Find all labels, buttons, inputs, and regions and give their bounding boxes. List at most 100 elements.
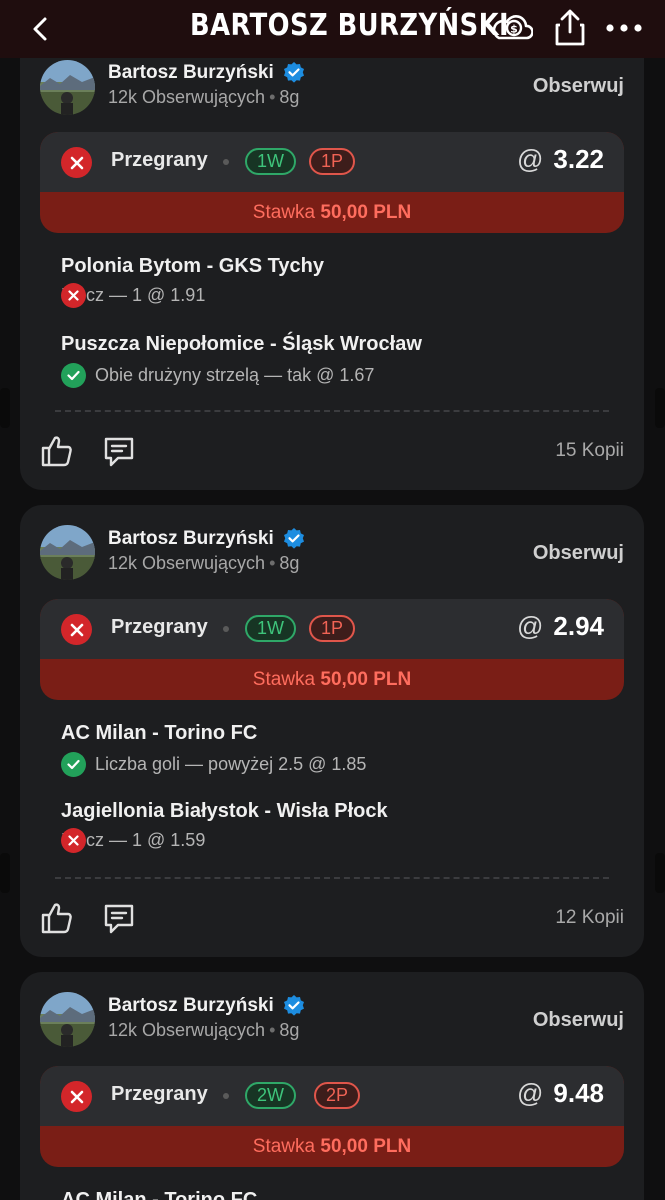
separator-dot: • — [269, 1020, 276, 1040]
separator-dot: • — [269, 87, 276, 107]
bet-summary[interactable]: Przegrany 1W 1P @3.22 Stawka 50,00 PLN — [40, 132, 624, 233]
separator-dot — [223, 159, 229, 165]
lost-status-icon — [61, 614, 92, 645]
scroll-notch-left — [0, 853, 10, 893]
stake-value: 50,00 PLN — [320, 202, 412, 223]
back-button[interactable] — [24, 12, 58, 46]
money-cloud-icon: $ — [493, 15, 533, 40]
bet-post-card[interactable]: Bartosz Burzyński 12k Obserwujących • 8g O… — [20, 972, 644, 1200]
bet-summary-header: Przegrany 1W 1P @3.22 — [40, 132, 624, 192]
divider — [55, 410, 609, 412]
stake-value: 50,00 PLN — [320, 1136, 412, 1157]
selection-pick-text: Obie drużyny strzelą — tak @ 1.67 — [95, 365, 375, 385]
bet-summary[interactable]: Przegrany 2W 2P @9.48 Stawka 50,00 PLN — [40, 1066, 624, 1167]
more-horizontal-icon — [606, 24, 642, 32]
followers-count: 12k Obserwujących — [108, 1020, 266, 1040]
scroll-notch-right — [655, 388, 665, 428]
verified-badge-icon — [283, 995, 304, 1016]
odds-value: 3.22 — [553, 144, 604, 174]
selection-pick: Mecz — 1 @ 1.59 — [61, 828, 205, 853]
verified-badge-icon — [283, 528, 304, 549]
share-button[interactable] — [550, 8, 590, 48]
selection-match[interactable]: AC Milan - Torino FC — [61, 722, 257, 745]
bet-status: Przegrany — [111, 1083, 208, 1105]
followers-count: 12k Obserwujących — [108, 87, 266, 107]
bet-status: Przegrany — [111, 149, 208, 171]
author-name[interactable]: Bartosz Burzyński — [108, 994, 306, 1018]
odds-value: 9.48 — [553, 1078, 604, 1108]
follow-button[interactable]: Obserwuj — [533, 1009, 624, 1032]
top-bar: BARTOSZ BURZYŃSKI $ — [0, 0, 665, 58]
scroll-notch-right — [655, 853, 665, 893]
total-odds: @3.22 — [517, 144, 604, 175]
author-name[interactable]: Bartosz Burzyński — [108, 61, 306, 85]
followers-count: 12k Obserwujących — [108, 553, 266, 573]
author-meta: 12k Obserwujących • 8g — [108, 553, 299, 574]
author-name-text: Bartosz Burzyński — [108, 62, 274, 83]
selection-pick: Obie drużyny strzelą — tak @ 1.67 — [61, 363, 374, 388]
avatar[interactable] — [40, 60, 95, 115]
won-pick-icon — [61, 363, 86, 388]
copies-count[interactable]: 15 Kopii — [555, 440, 624, 462]
selection-pick: Liczba goli — powyżej 2.5 @ 1.85 — [61, 752, 366, 777]
losses-badge: 1P — [309, 148, 356, 175]
odds-value: 2.94 — [553, 611, 604, 641]
divider — [55, 877, 609, 879]
avatar[interactable] — [40, 525, 95, 580]
total-odds: @9.48 — [517, 1078, 604, 1109]
bet-status: Przegrany — [111, 616, 208, 638]
post-time: 8g — [279, 87, 300, 107]
bet-summary-header: Przegrany 1W 1P @2.94 — [40, 599, 624, 659]
selection-match[interactable]: Jagiellonia Białystok - Wisła Płock — [61, 800, 388, 823]
follow-button[interactable]: Obserwuj — [533, 75, 624, 98]
author-meta: 12k Obserwujących • 8g — [108, 1020, 299, 1041]
chevron-left-icon — [33, 17, 47, 41]
stake-label: Stawka — [252, 202, 316, 223]
wins-badge: 1W — [245, 615, 296, 642]
thumbs-up-icon[interactable] — [40, 901, 74, 935]
losses-badge: 2P — [314, 1082, 361, 1109]
author-name[interactable]: Bartosz Burzyński — [108, 527, 306, 551]
bet-post-card[interactable]: Bartosz Burzyński 12k Obserwujących • 8g O… — [20, 505, 644, 957]
wins-badge: 1W — [245, 148, 296, 175]
odds-symbol: @ — [516, 611, 544, 641]
stake-bar: Stawka 50,00 PLN — [40, 659, 624, 700]
stake-value: 50,00 PLN — [320, 669, 412, 690]
thumbs-up-icon[interactable] — [40, 434, 74, 468]
stake-label: Stawka — [252, 669, 316, 690]
separator-dot: • — [269, 553, 276, 573]
bet-summary-header: Przegrany 2W 2P @9.48 — [40, 1066, 624, 1126]
separator-dot — [223, 626, 229, 632]
post-time: 8g — [279, 1020, 300, 1040]
lost-status-icon — [61, 1081, 92, 1112]
wins-badge: 2W — [245, 1082, 296, 1109]
selection-match[interactable]: Polonia Bytom - GKS Tychy — [61, 255, 324, 278]
bet-post-card[interactable]: Bartosz Burzyński 12k Obserwujących • 8g O… — [20, 58, 644, 490]
selection-match[interactable]: Puszcza Niepołomice - Śląsk Wrocław — [61, 333, 422, 356]
share-icon — [555, 9, 585, 46]
stake-bar: Stawka 50,00 PLN — [40, 1126, 624, 1167]
lost-status-icon — [61, 147, 92, 178]
tip-button[interactable]: $ — [493, 8, 533, 48]
lost-pick-icon — [61, 283, 86, 308]
comment-icon[interactable] — [102, 902, 136, 936]
page-title: BARTOSZ BURZYŃSKI — [190, 8, 510, 43]
stake-bar: Stawka 50,00 PLN — [40, 192, 624, 233]
author-meta: 12k Obserwujących • 8g — [108, 87, 299, 108]
follow-button[interactable]: Obserwuj — [533, 542, 624, 565]
copies-count[interactable]: 12 Kopii — [555, 907, 624, 929]
losses-badge: 1P — [309, 615, 356, 642]
separator-dot — [223, 1093, 229, 1099]
svg-text:$: $ — [510, 23, 518, 36]
scroll-notch-left — [0, 388, 10, 428]
verified-badge-icon — [283, 62, 304, 83]
bet-summary[interactable]: Przegrany 1W 1P @2.94 Stawka 50,00 PLN — [40, 599, 624, 700]
lost-pick-icon — [61, 828, 86, 853]
stake-label: Stawka — [252, 1136, 316, 1157]
comment-icon[interactable] — [102, 435, 136, 469]
won-pick-icon — [61, 752, 86, 777]
selection-match[interactable]: AC Milan - Torino FC — [61, 1189, 257, 1200]
more-options-button[interactable] — [604, 8, 644, 48]
post-time: 8g — [279, 553, 300, 573]
avatar[interactable] — [40, 992, 95, 1047]
